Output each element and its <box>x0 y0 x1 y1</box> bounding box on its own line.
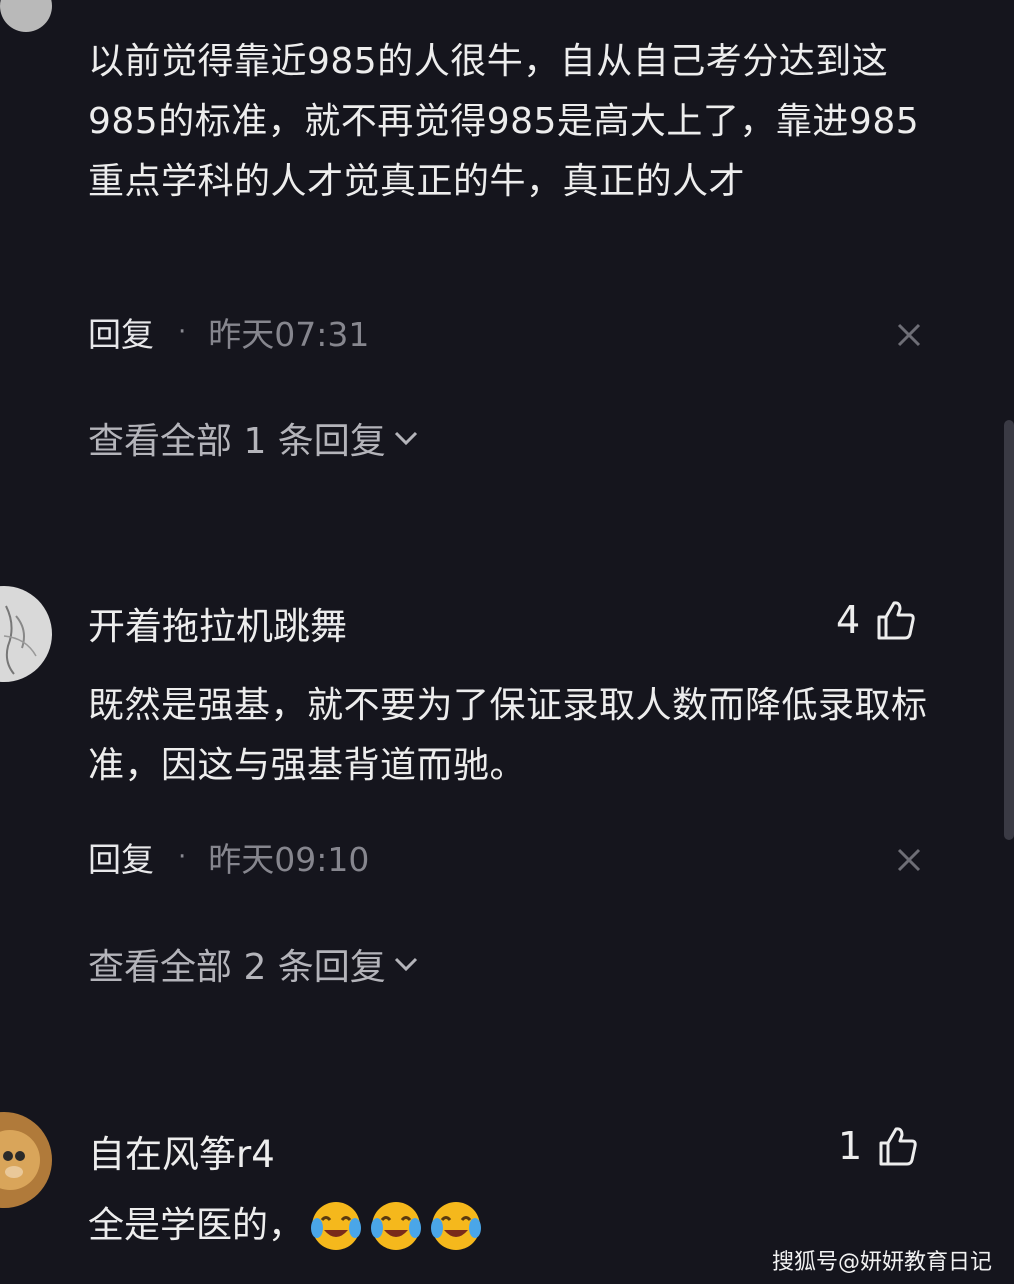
avatar[interactable] <box>0 586 52 682</box>
avatar-partial[interactable] <box>0 0 52 32</box>
reply-button[interactable]: 回复 <box>88 833 154 881</box>
scrollbar[interactable] <box>1004 420 1014 840</box>
reply-button[interactable]: 回复 <box>88 308 154 356</box>
chevron-down-icon <box>394 431 417 446</box>
view-all-replies-button[interactable]: 查看全部 1 条回复 <box>88 412 420 464</box>
username[interactable]: 开着拖拉机跳舞 <box>88 596 347 650</box>
comment-meta: 回复 · 昨天09:10 <box>88 835 369 879</box>
separator-dot: · <box>178 842 187 872</box>
chevron-down-icon <box>394 957 417 972</box>
comment-time: 昨天07:31 <box>208 315 370 354</box>
like-count: 4 <box>836 598 861 642</box>
laughing-crying-emoji-icon <box>311 1202 362 1250</box>
close-icon[interactable] <box>893 844 925 876</box>
comment-time: 昨天09:10 <box>208 840 370 879</box>
comment-text: 全是学医的， <box>88 1205 305 1246</box>
comment-text: 以前觉得靠近985的人很牛，自从自己考分达到这985的标准，就不再觉得985是高… <box>88 41 920 202</box>
close-icon[interactable] <box>893 319 925 351</box>
username[interactable]: 自在风筝r4 <box>88 1124 275 1178</box>
comment-body: 全是学医的， <box>88 1196 484 1256</box>
like-button[interactable]: 1 <box>838 1124 918 1168</box>
comment-text: 既然是强基，就不要为了保证录取人数而降低录取标准，因这与强基背道而驰。 <box>88 685 928 786</box>
laughing-crying-emoji-icon <box>431 1202 482 1250</box>
laughing-crying-emoji-icon <box>371 1202 422 1250</box>
view-all-replies-label: 查看全部 2 条回复 <box>88 947 386 988</box>
watermark: 搜狐号@妍妍教育日记 <box>771 1250 992 1275</box>
thumbs-up-icon <box>879 1127 917 1166</box>
view-all-replies-label: 查看全部 1 条回复 <box>88 421 386 462</box>
thumbs-up-icon <box>877 601 915 640</box>
comment-meta: 回复 · 昨天07:31 <box>88 310 369 354</box>
separator-dot: · <box>178 317 187 347</box>
like-button[interactable]: 4 <box>836 598 916 642</box>
view-all-replies-button[interactable]: 查看全部 2 条回复 <box>88 938 420 990</box>
like-count: 1 <box>838 1124 863 1168</box>
avatar[interactable] <box>0 1112 52 1208</box>
